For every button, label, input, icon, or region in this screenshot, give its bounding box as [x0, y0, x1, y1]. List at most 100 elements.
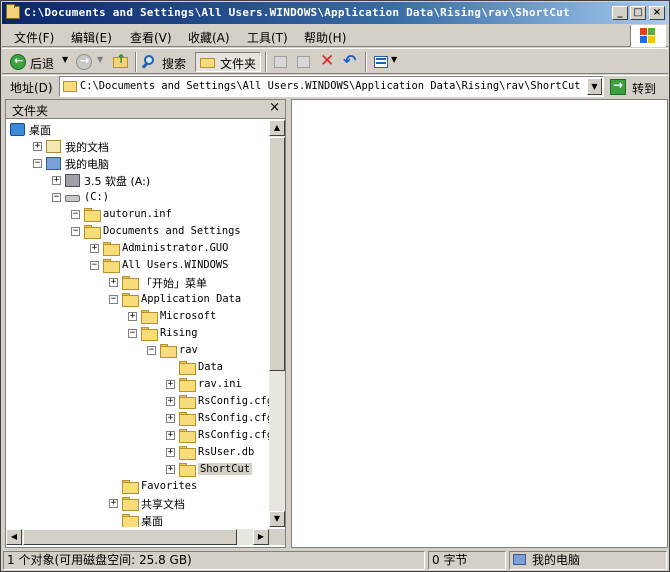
hscroll-thumb[interactable] [23, 529, 237, 545]
expand-icon[interactable]: + [33, 142, 42, 151]
scroll-down-button[interactable]: ▼ [269, 511, 285, 527]
menu-view[interactable]: 查看(V) [130, 29, 172, 46]
tree-node[interactable]: + RsUser.db [6, 444, 269, 461]
expand-icon[interactable]: + [109, 278, 118, 287]
tree-node[interactable]: + ShortCut [6, 461, 269, 478]
undo-button[interactable]: ↶ [341, 51, 361, 72]
folder-icon [103, 259, 120, 273]
tree-node[interactable]: + 我的文档 [6, 138, 269, 155]
tree-node-label: Favorites [141, 480, 198, 492]
scroll-left-button[interactable]: ◀ [6, 529, 22, 545]
collapse-icon[interactable]: − [128, 329, 137, 338]
maximize-button[interactable]: □ [630, 6, 646, 20]
tree-node[interactable]: + RsConfig.cfg.b [6, 410, 269, 427]
menu-help[interactable]: 帮助(H) [304, 29, 346, 46]
tree-node-label: 我的文档 [65, 141, 109, 154]
horizontal-scrollbar[interactable]: ◀ ▶ [6, 529, 269, 545]
folder-icon [84, 208, 101, 222]
floppy-drive-icon [65, 174, 80, 187]
expand-icon[interactable]: + [90, 244, 99, 253]
toolbar-separator [135, 52, 137, 72]
scroll-right-button[interactable]: ▶ [253, 529, 269, 545]
expand-icon[interactable]: + [166, 380, 175, 389]
collapse-icon[interactable]: − [71, 210, 80, 219]
move-to-button[interactable] [272, 52, 290, 72]
address-dropdown-button[interactable]: ▼ [587, 78, 602, 95]
collapse-icon[interactable]: − [52, 193, 61, 202]
tree-node[interactable]: + RsConfig.cfg.t [6, 427, 269, 444]
tree-node[interactable]: Favorites [6, 478, 269, 495]
folder-icon [63, 81, 77, 92]
tree-node-label: RsConfig.cfg [198, 395, 269, 407]
tree-node[interactable]: − Rising [6, 325, 269, 342]
back-button[interactable]: ← 后退 ▼ [8, 52, 72, 72]
tree-node[interactable]: Data [6, 359, 269, 376]
scroll-thumb[interactable] [269, 137, 285, 371]
expand-icon[interactable]: + [166, 397, 175, 406]
collapse-icon[interactable]: − [71, 227, 80, 236]
tree-node[interactable]: − rav [6, 342, 269, 359]
expand-icon[interactable]: + [128, 312, 137, 321]
vertical-scrollbar[interactable]: ▲ ▼ [269, 120, 285, 527]
menu-favorites[interactable]: 收藏(A) [188, 29, 230, 46]
scroll-up-button[interactable]: ▲ [269, 120, 285, 136]
forward-dropdown-icon[interactable]: ▼ [97, 55, 103, 64]
tree-node[interactable]: − (C:) [6, 189, 269, 206]
folder-icon [179, 378, 196, 392]
tree-node[interactable]: − Documents and Settings [6, 223, 269, 240]
views-dropdown-icon[interactable]: ▼ [391, 55, 397, 64]
expand-icon[interactable]: + [109, 499, 118, 508]
close-button[interactable]: × [649, 6, 665, 20]
delete-button[interactable]: ✕ [318, 51, 336, 72]
tree-node[interactable]: 桌面 [6, 121, 269, 138]
folder-icon [6, 4, 20, 19]
copy-to-button[interactable] [295, 52, 313, 72]
toolbar-separator [265, 52, 267, 72]
folders-button[interactable]: 文件夹 [195, 52, 261, 72]
folder-icon [179, 446, 196, 460]
window-title: C:\Documents and Settings\All Users.WIND… [24, 6, 570, 19]
standard-toolbar: ← 后退 ▼ → ▼ ↑ 搜索 文件夹 ✕ ↶ ▼ [2, 48, 668, 74]
minimize-button[interactable]: _ [612, 6, 628, 20]
tree-node-label: 3.5 软盘 (A:) [84, 175, 151, 188]
title-bar[interactable]: C:\Documents and Settings\All Users.WIND… [2, 2, 668, 24]
views-button[interactable]: ▼ [372, 52, 400, 72]
collapse-icon[interactable]: − [109, 295, 118, 304]
tree-node[interactable]: + RsConfig.cfg [6, 393, 269, 410]
file-list-pane[interactable] [291, 99, 668, 548]
up-folder-button[interactable]: ↑ [110, 52, 132, 72]
tree-node[interactable]: 桌面 [6, 512, 269, 527]
expand-icon[interactable]: + [166, 414, 175, 423]
tree-node[interactable]: + Microsoft [6, 308, 269, 325]
back-dropdown-icon[interactable]: ▼ [62, 55, 68, 64]
tree-node[interactable]: − Application Data [6, 291, 269, 308]
tree-node[interactable]: +3.5 软盘 (A:) [6, 172, 269, 189]
tree-node[interactable]: + Administrator.GUO [6, 240, 269, 257]
menu-file[interactable]: 文件(F) [14, 29, 54, 46]
folder-pane-close-button[interactable]: × [269, 100, 280, 115]
tree-node[interactable]: + 共享文档 [6, 495, 269, 512]
tree-node-label: 共享文档 [141, 498, 185, 511]
tree-node[interactable]: − All Users.WINDOWS [6, 257, 269, 274]
expand-icon[interactable]: + [166, 431, 175, 440]
tree-node-label: RsConfig.cfg.t [198, 429, 269, 441]
tree-node[interactable]: − 我的电脑 [6, 155, 269, 172]
tree-node[interactable]: + 「开始」菜单 [6, 274, 269, 291]
expand-icon[interactable]: + [52, 176, 61, 185]
address-input[interactable]: C:\Documents and Settings\All Users.WIND… [59, 76, 604, 97]
tree-node-label: 桌面 [29, 124, 51, 137]
menu-tools[interactable]: 工具(T) [247, 29, 288, 46]
tree-node[interactable]: − autorun.inf [6, 206, 269, 223]
status-bar: 1 个对象(可用磁盘空间: 25.8 GB) 0 字节 我的电脑 [2, 550, 668, 571]
folder-icon [179, 429, 196, 443]
collapse-icon[interactable]: − [90, 261, 99, 270]
search-button[interactable]: 搜索 [140, 52, 192, 72]
collapse-icon[interactable]: − [147, 346, 156, 355]
collapse-icon[interactable]: − [33, 159, 42, 168]
tree-node[interactable]: + rav.ini [6, 376, 269, 393]
forward-button[interactable]: → ▼ [76, 52, 106, 72]
expand-icon[interactable]: + [166, 465, 175, 474]
menu-edit[interactable]: 编辑(E) [71, 29, 112, 46]
expand-icon[interactable]: + [166, 448, 175, 457]
tree-node-label: 我的电脑 [65, 158, 109, 171]
